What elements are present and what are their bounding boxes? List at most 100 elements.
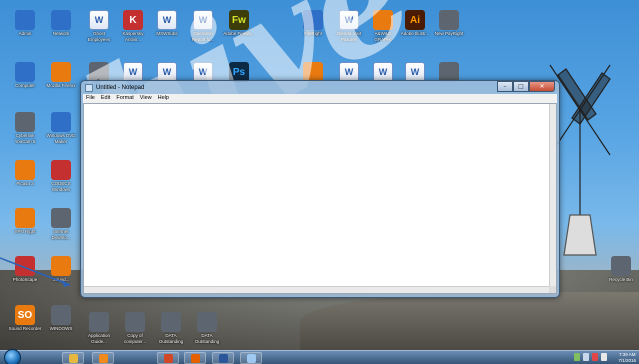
desktop-icon-glyph: Ai xyxy=(405,10,425,30)
desktop-icon-glyph xyxy=(15,208,35,228)
clock-date: 7/1/2016 xyxy=(618,357,636,363)
desktop-icon-label: Windows DVD Maker xyxy=(46,133,76,144)
vertical-scrollbar[interactable] xyxy=(549,104,556,286)
close-button[interactable]: ✕ xyxy=(529,81,555,92)
desktop-icon-label: WINDOWS xyxy=(49,326,73,331)
desktop-icon-label: Adobe Firewo... xyxy=(223,31,255,36)
powerpoint-icon xyxy=(163,354,173,363)
desktop-icon-glyph xyxy=(161,312,181,332)
desktop-icon-glyph xyxy=(15,112,35,132)
desktop-icon-label: Cyberlink YouCam 5 xyxy=(14,133,36,144)
desktop-icon[interactable]: W Operation Report fo... xyxy=(186,10,220,42)
word-button[interactable] xyxy=(212,352,234,364)
desktop-icon-label: DATA Outstanding xyxy=(158,333,184,344)
menu-bar: File Edit Format View Help xyxy=(83,94,557,103)
notepad-app-icon xyxy=(85,84,93,92)
notepad-button[interactable] xyxy=(240,352,262,364)
desktop-icon[interactable]: DATA Outstanding xyxy=(154,312,188,344)
media-player-button[interactable] xyxy=(92,352,114,364)
volume-icon[interactable] xyxy=(601,353,607,361)
media-player-icon xyxy=(98,354,108,363)
desktop-icon[interactable]: Mozilla Firefox xyxy=(44,62,78,89)
resize-grip[interactable] xyxy=(549,286,556,293)
menu-view[interactable]: View xyxy=(140,94,152,103)
desktop-icon-glyph xyxy=(89,62,109,82)
powerpoint-button[interactable] xyxy=(157,352,179,364)
desktop-icon[interactable]: Application Guide... xyxy=(82,312,116,344)
desktop-icon-glyph: W xyxy=(339,10,359,30)
desktop-icon-glyph xyxy=(51,62,71,82)
desktop-icon-label: Admin xyxy=(18,31,32,36)
desktop-icon-label: Internet Downlo... xyxy=(51,229,71,240)
desktop-icon[interactable]: Internet Downlo... xyxy=(44,208,78,240)
maximize-button[interactable]: □ xyxy=(513,81,529,92)
desktop-icon[interactable]: DATA Outstanding xyxy=(190,312,224,344)
desktop-icon[interactable]: A&W&G GRAPHI xyxy=(366,10,400,42)
desktop-icon-label: A&W&G GRAPHI xyxy=(374,31,392,42)
desktop-icon-glyph: W xyxy=(157,62,177,82)
text-editor-area[interactable] xyxy=(83,103,557,294)
desktop-icon[interactable]: K Kaspersky Antivir... xyxy=(116,10,150,42)
desktop-icon-label: Ghost Employees xyxy=(87,31,111,42)
start-button[interactable] xyxy=(4,349,21,364)
desktop-icon[interactable]: W Ghost Employees xyxy=(82,10,116,42)
desktop-icon[interactable]: CODECS Windows xyxy=(44,160,78,192)
menu-help[interactable]: Help xyxy=(158,94,169,103)
notepad-icon xyxy=(246,354,256,363)
desktop-icon-glyph: W xyxy=(193,62,213,82)
taskbar: 7:39 AM 7/1/2016 xyxy=(0,349,639,364)
firefox-button[interactable] xyxy=(184,352,206,364)
desktop-icon-glyph xyxy=(51,208,71,228)
desktop-icon-label: MSWSubs xyxy=(156,31,178,36)
desktop-icon[interactable]: Fw Adobe Firewo... xyxy=(222,10,256,37)
explorer-button[interactable] xyxy=(62,352,84,364)
desktop-icon-glyph xyxy=(439,10,459,30)
desktop-icon-label: Mozilla Firefox xyxy=(46,83,76,88)
desktop-icon[interactable]: Picasa 3 xyxy=(8,160,42,187)
notepad-window[interactable]: Untitled - Notepad – □ ✕ File Edit Forma… xyxy=(80,80,560,298)
desktop-icon-glyph: W xyxy=(123,62,143,82)
desktop-icon[interactable]: Copy of computer... xyxy=(118,312,152,344)
desktop-icon-glyph xyxy=(303,10,323,30)
desktop-icon-glyph: W xyxy=(157,10,177,30)
firefox-icon xyxy=(190,354,200,363)
desktop-icon-label: Sound Recorder xyxy=(8,326,42,331)
tray-icon[interactable] xyxy=(574,353,580,361)
desktop-icon-label: Adobe Illustr... xyxy=(400,31,430,36)
menu-format[interactable]: Format xyxy=(116,94,133,103)
desktop-icon[interactable]: Ai Adobe Illustr... xyxy=(398,10,432,37)
menu-edit[interactable]: Edit xyxy=(101,94,110,103)
minimize-button[interactable]: – xyxy=(497,81,513,92)
desktop-icon-label: Computer xyxy=(15,83,35,88)
notepad-titlebar[interactable]: Untitled - Notepad xyxy=(85,82,144,94)
desktop-icon[interactable]: New PayRight xyxy=(432,10,466,37)
desktop-icon[interactable]: W MSWSubs xyxy=(150,10,184,37)
desktop-icon[interactable]: Admin xyxy=(8,10,42,37)
desktop-icon[interactable]: Cyberlink YouCam 5 xyxy=(8,112,42,144)
desktop-icon[interactable]: Computer xyxy=(8,62,42,89)
clock[interactable]: 7:39 AM 7/1/2016 xyxy=(618,352,636,363)
desktop-icon[interactable]: W Glenda Visit Pictures xyxy=(332,10,366,42)
desktop-icon[interactable]: Network xyxy=(44,10,78,37)
desktop-icon-glyph xyxy=(51,10,71,30)
desktop-icon[interactable]: Recycle Bin xyxy=(604,256,638,283)
desktop-icon-glyph xyxy=(197,312,217,332)
horizontal-scrollbar[interactable] xyxy=(84,286,549,293)
system-tray xyxy=(574,353,607,361)
desktop-icon-label: Network xyxy=(52,31,70,36)
desktop-icon-glyph xyxy=(373,10,393,30)
desktop-icon[interactable]: FileRight xyxy=(296,10,330,37)
tray-icon[interactable] xyxy=(583,353,589,361)
desktop-icon-label: Application Guide... xyxy=(87,333,110,344)
menu-file[interactable]: File xyxy=(86,94,95,103)
desktop-icon-glyph: W xyxy=(339,62,359,82)
desktop-icon-glyph: Ps xyxy=(229,62,249,82)
desktop-icon[interactable]: VPN Right xyxy=(8,208,42,235)
word-icon xyxy=(218,354,228,363)
desktop-icon[interactable]: Windows DVD Maker xyxy=(44,112,78,144)
tray-icon[interactable] xyxy=(592,353,598,361)
desktop-icon-glyph xyxy=(303,62,323,82)
window-controls: – □ ✕ xyxy=(497,81,555,92)
desktop-icon-glyph xyxy=(439,62,459,82)
desktop-icon-label: Glenda Visit Pictures xyxy=(336,31,362,42)
